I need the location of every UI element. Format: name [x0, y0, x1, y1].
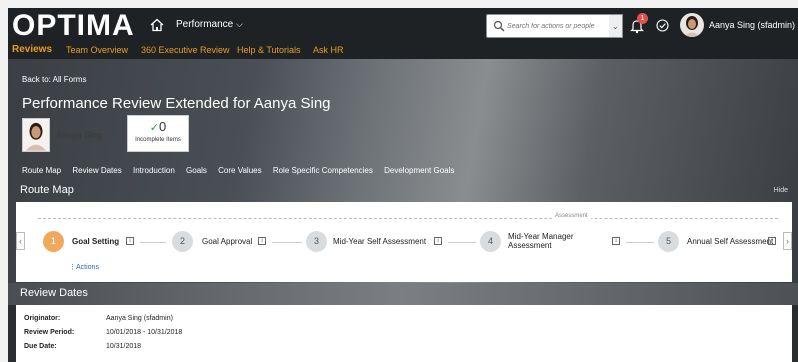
more-icon: ⋮ [69, 264, 76, 271]
step-2-circle[interactable]: 2 [172, 231, 193, 252]
step-connector [448, 242, 476, 243]
info-icon[interactable]: i [612, 237, 620, 245]
page-title: Performance Review Extended for Aanya Si… [22, 95, 331, 112]
originator-value: Aanya Sing (sfadmin) [106, 315, 173, 322]
step-5-circle[interactable]: 5 [658, 231, 679, 252]
nav-item-team-overview[interactable]: Team Overview [66, 45, 128, 55]
search-input[interactable] [507, 18, 603, 34]
step-connector [272, 242, 302, 243]
subject-name: Aanya Sing [56, 130, 103, 140]
incomplete-label: Incomplete Items [135, 137, 181, 143]
route-map-title: Route Map [20, 184, 74, 196]
module-label: Performance [176, 19, 234, 30]
form-header: Back to: All Forms Performance Review Ex… [8, 59, 798, 283]
step-1-circle[interactable]: 1 [43, 231, 64, 252]
top-nav: Reviews Team Overview 360 Executive Revi… [8, 44, 798, 59]
route-map-panel: Assessment ‹ › 1 Goal Setting i 2 Goal A… [16, 202, 792, 282]
review-period-label: Review Period: [24, 329, 75, 336]
nav-item-360-executive-review[interactable]: 360 Executive Review [141, 45, 230, 55]
tab-review-dates[interactable]: Review Dates [72, 166, 121, 175]
review-period-value: 10/01/2018 - 10/31/2018 [106, 329, 183, 336]
step-1-label[interactable]: Goal Setting [72, 237, 119, 246]
notification-badge: 1 [637, 13, 648, 24]
nav-item-reviews[interactable]: Reviews [12, 44, 52, 55]
info-icon[interactable]: i [258, 237, 266, 245]
app-logo[interactable]: OPTIMA [12, 10, 135, 42]
tab-goals[interactable]: Goals [186, 166, 207, 175]
step-3-circle[interactable]: 3 [306, 231, 327, 252]
search-icon [493, 20, 505, 32]
avatar[interactable] [680, 13, 704, 37]
info-icon[interactable]: i [768, 237, 776, 245]
review-dates-header: Review Dates [8, 283, 798, 305]
tab-role-specific-competencies[interactable]: Role Specific Competencies [273, 166, 373, 175]
due-date-value: 10/31/2018 [106, 343, 142, 350]
actions-link[interactable]: ⋮Actions [69, 263, 99, 271]
chevron-down-icon: ⌵ [236, 19, 243, 29]
route-prev-button[interactable]: ‹ [16, 232, 25, 250]
incomplete-count: ✓0 [149, 119, 167, 134]
todo-check-icon[interactable] [656, 19, 669, 32]
step-connector [626, 242, 654, 243]
back-link[interactable]: Back to: All Forms [22, 75, 86, 84]
app-window: OPTIMA Performance ⌵ ⌄ 1 [8, 8, 798, 362]
search-scope-dropdown[interactable]: ⌄ [609, 14, 623, 38]
checkmark-icon: ✓ [149, 122, 159, 134]
originator-label: Originator: [24, 315, 61, 322]
tab-core-values[interactable]: Core Values [218, 166, 261, 175]
info-icon[interactable]: i [434, 237, 442, 245]
info-icon[interactable]: i [126, 237, 134, 245]
assessment-divider [38, 218, 778, 219]
nav-item-help-tutorials[interactable]: Help & Tutorials [237, 45, 301, 55]
chevron-down-icon: ⌄ [612, 22, 619, 31]
review-dates-panel: Originator: Aanya Sing (sfadmin) Review … [16, 305, 792, 362]
tab-development-goals[interactable]: Development Goals [384, 166, 454, 175]
step-5-label[interactable]: Annual Self Assessment [687, 237, 773, 246]
tab-introduction[interactable]: Introduction [133, 166, 175, 175]
step-connector [140, 242, 166, 243]
tab-route-map[interactable]: Route Map [22, 166, 61, 175]
section-tabs: Route Map Review Dates Introduction Goal… [22, 166, 463, 175]
step-4-circle[interactable]: 4 [480, 231, 501, 252]
top-header: OPTIMA Performance ⌵ ⌄ 1 [8, 8, 798, 44]
step-4-label[interactable]: Mid-Year Manager Assessment [508, 232, 588, 250]
home-icon[interactable] [150, 18, 164, 32]
hide-route-map-link[interactable]: Hide [774, 187, 788, 194]
step-3-label[interactable]: Mid-Year Self Assessment [333, 237, 426, 246]
subject-photo [22, 118, 50, 152]
review-dates-title: Review Dates [20, 287, 88, 299]
step-2-label[interactable]: Goal Approval [202, 237, 252, 246]
user-menu[interactable]: Aanya Sing (sfadmin) [709, 20, 795, 30]
due-date-label: Due Date: [24, 343, 57, 350]
nav-item-ask-hr[interactable]: Ask HR [313, 45, 344, 55]
route-next-button[interactable]: › [783, 232, 792, 250]
assessment-label: Assessment [552, 213, 591, 219]
module-switcher[interactable]: Performance ⌵ [176, 19, 243, 30]
global-search[interactable] [486, 14, 622, 38]
incomplete-items-tile[interactable]: ✓0 Incomplete Items [127, 115, 189, 152]
